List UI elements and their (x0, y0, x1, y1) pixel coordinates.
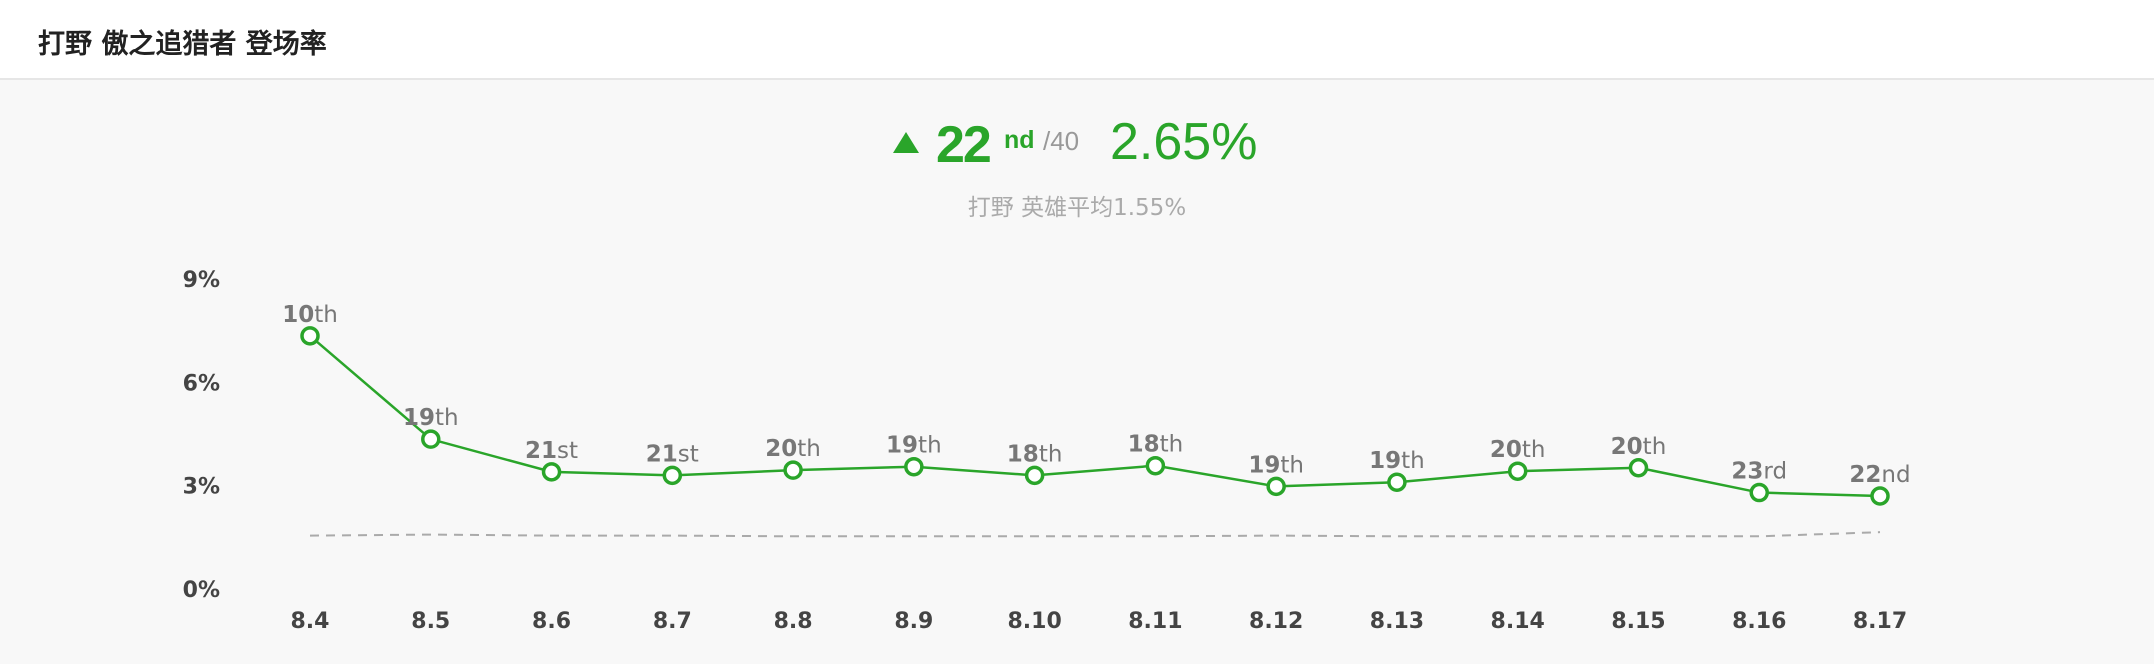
data-label: 19th (403, 405, 459, 431)
x-axis-ticks: 8.4 8.5 8.6 8.7 8.8 8.9 8.10 8.11 8.12 8.13 8.14 8.… (291, 609, 1908, 634)
x-tick-label: 8.9 (894, 609, 933, 634)
data-point (1145, 455, 1166, 476)
data-label: 18th (1128, 432, 1184, 458)
average-rate-line (309, 531, 1881, 538)
data-label: 23rd (1731, 459, 1787, 485)
data-label: 19th (1369, 448, 1425, 474)
data-label: 19th (886, 433, 942, 459)
data-point (1266, 476, 1286, 497)
data-point (1507, 461, 1528, 481)
data-label: 22nd (1849, 462, 1910, 488)
x-tick-label: 8.7 (653, 609, 692, 634)
data-label: 20th (1490, 437, 1546, 463)
x-tick-label: 8.13 (1370, 609, 1424, 634)
x-tick-label: 8.4 (291, 609, 330, 634)
data-label: 10th (282, 302, 338, 328)
x-tick-label: 8.16 (1732, 609, 1786, 634)
y-tick-label: 9% (183, 268, 220, 293)
data-point (783, 460, 803, 480)
data-point (1024, 465, 1045, 486)
pick-rate-chart: 0%3%6%9% 8.4 8.5 8.6 8.7 8.8 8.9 8.10 8.11 8.12 8… (183, 268, 1911, 634)
data-point (1628, 458, 1649, 478)
data-point (421, 429, 441, 449)
data-label: 19th (1248, 452, 1304, 478)
x-tick-label: 8.11 (1128, 609, 1182, 634)
data-point (904, 456, 924, 477)
x-tick-label: 8.17 (1853, 609, 1907, 634)
data-point (1387, 472, 1407, 492)
data-point (541, 462, 562, 482)
x-tick-label: 8.12 (1249, 609, 1303, 634)
data-label: 20th (1611, 434, 1667, 460)
data-point (1749, 482, 1769, 503)
data-point (662, 465, 683, 486)
x-tick-label: 8.8 (774, 609, 813, 634)
x-tick-label: 8.6 (532, 609, 571, 634)
data-point (1870, 486, 1890, 506)
x-tick-label: 8.15 (1611, 609, 1665, 634)
x-tick-label: 8.5 (411, 609, 450, 634)
x-tick-label: 8.10 (1007, 609, 1061, 634)
y-tick-label: 0% (183, 578, 220, 603)
data-label: 21st (646, 441, 699, 467)
y-tick-label: 6% (183, 371, 220, 396)
x-tick-label: 8.14 (1491, 609, 1545, 634)
y-axis-ticks: 0% 3% 6% 9% (183, 268, 220, 603)
y-tick-label: 3% (183, 475, 220, 500)
data-label: 21st (525, 438, 578, 464)
data-point (300, 326, 320, 346)
data-label: 18th (1007, 441, 1063, 467)
series-layer: 10th 19th 21st 21st 20th 19th 18th 18th 19th 19th… (282, 302, 1911, 538)
data-label: 20th (765, 436, 821, 462)
